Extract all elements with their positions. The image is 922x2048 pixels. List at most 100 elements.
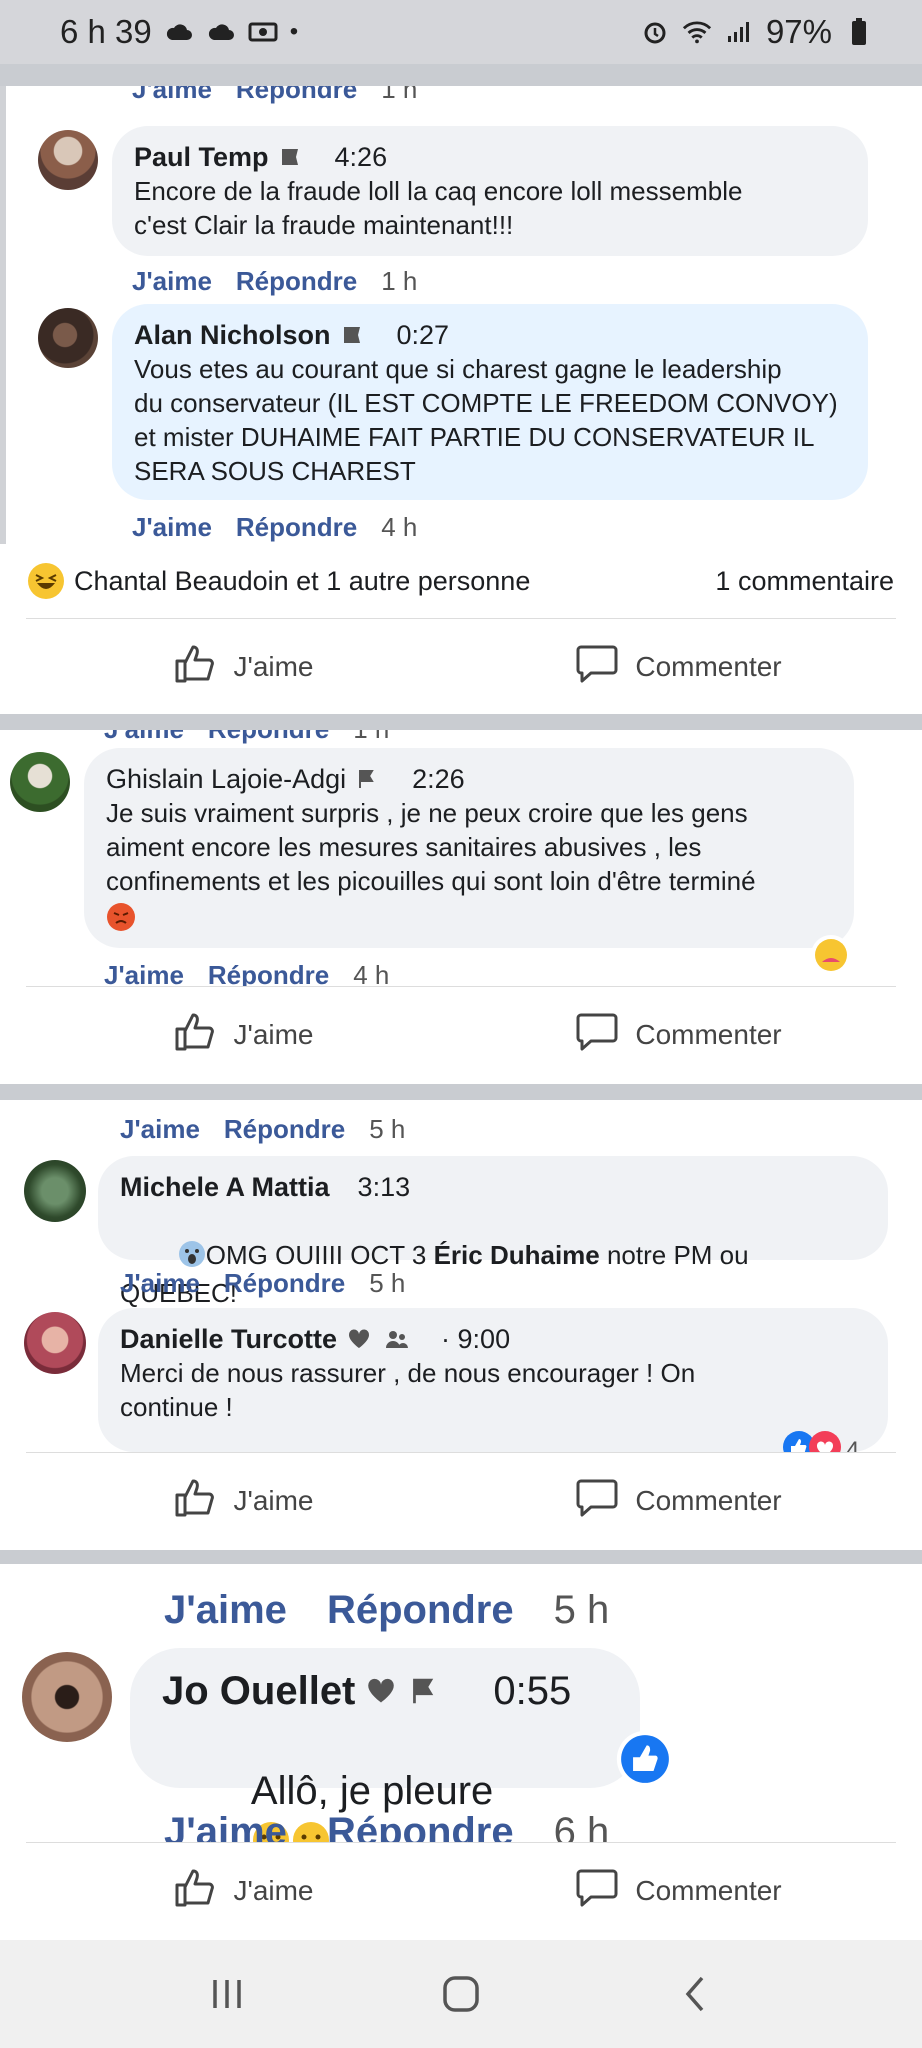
comment-button[interactable]: Commenter	[461, 1475, 896, 1526]
like-thumb-icon	[173, 1475, 217, 1526]
like-link[interactable]: J'aime	[132, 512, 212, 543]
comment-button[interactable]: Commenter	[461, 1009, 896, 1060]
cloud-icon	[164, 17, 194, 47]
like-link[interactable]: J'aime	[164, 1588, 287, 1633]
avatar[interactable]	[10, 752, 70, 812]
like-reaction-icon[interactable]	[616, 1730, 674, 1793]
like-button[interactable]: J'aime	[26, 1009, 461, 1060]
commenter-name-row: Paul Temp 4:26	[134, 140, 846, 174]
reply-link[interactable]: Répondre	[236, 512, 357, 543]
avatar[interactable]	[24, 1312, 86, 1374]
comment-actions: J'aime Répondre 1 h	[132, 86, 417, 105]
like-button[interactable]: J'aime	[26, 1865, 461, 1916]
angry-emoji-icon	[106, 902, 136, 940]
commenter-name[interactable]: Alan Nicholson	[134, 318, 331, 352]
back-icon[interactable]	[665, 1964, 725, 2024]
status-dot: •	[289, 18, 299, 45]
recent-apps-icon[interactable]	[197, 1964, 257, 2024]
comment-actions: J'aime Répondre 5 h	[164, 1588, 609, 1633]
like-link[interactable]: J'aime	[132, 266, 212, 297]
reply-link[interactable]: Répondre	[224, 1268, 345, 1299]
comment-age: 1 h	[353, 730, 389, 745]
comment-bubble: Danielle Turcotte · 9:00 Merci de nous r…	[98, 1308, 888, 1452]
comment-pane: J'aime Répondre 5 h Michele A Mattia 3:1…	[0, 1100, 922, 1452]
flag-badge-icon	[356, 767, 384, 791]
comment-bubble-icon	[575, 641, 619, 692]
flag-badge-icon	[409, 1676, 443, 1706]
reaction-summary[interactable]: Chantal Beaudoin et 1 autre personne 1 c…	[0, 548, 922, 614]
reply-link[interactable]: Répondre	[208, 960, 329, 986]
comment-actions: J'aime Répondre 5 h	[120, 1268, 405, 1299]
avatar[interactable]	[24, 1160, 86, 1222]
comment-age: 5 h	[369, 1114, 406, 1144]
post-card: J'aime Répondre 5 h Michele A Mattia 3:1…	[0, 1100, 922, 1550]
reaction-left: Chantal Beaudoin et 1 autre personne	[28, 563, 530, 599]
like-button[interactable]: J'aime	[26, 1475, 461, 1526]
commenter-name-row: Danielle Turcotte · 9:00	[120, 1322, 866, 1356]
post-action-bar: J'aime Commenter	[26, 1842, 896, 1938]
reply-link[interactable]: Répondre	[224, 1114, 345, 1145]
reply-link[interactable]: Répondre	[327, 1588, 514, 1633]
commenter-name-row: Michele A Mattia 3:13	[120, 1170, 866, 1204]
battery-icon	[844, 17, 874, 47]
like-button-label: J'aime	[233, 1018, 314, 1050]
comment-age: 1 h	[381, 86, 418, 104]
commenter-name[interactable]: Paul Temp	[134, 140, 269, 174]
like-link[interactable]: J'aime	[120, 1268, 200, 1299]
reply-link[interactable]: Répondre	[208, 730, 329, 745]
love-reaction-icon	[808, 1430, 842, 1452]
status-right: 97%	[640, 13, 874, 51]
avatar[interactable]	[22, 1652, 112, 1742]
comment-actions: J'aime Répondre 1 h	[104, 730, 389, 745]
commenter-name[interactable]: Michele A Mattia	[120, 1170, 330, 1204]
status-bar: 6 h 39 • 97%	[0, 0, 922, 64]
commenter-name[interactable]: Jo Ouellet	[162, 1666, 355, 1716]
post-card: J'aime Répondre 1 h Paul Temp 4:26 Encor…	[0, 86, 922, 714]
comment-age: 4 h	[381, 512, 418, 542]
reply-link[interactable]: Répondre	[236, 86, 357, 105]
like-button-label: J'aime	[233, 650, 314, 682]
reaction-names[interactable]: Chantal Beaudoin et 1 autre personne	[74, 566, 530, 597]
wifi-icon	[682, 17, 712, 47]
like-link[interactable]: J'aime	[104, 730, 184, 745]
comment-timestamp: 3:13	[357, 1172, 411, 1202]
like-link[interactable]: J'aime	[120, 1114, 200, 1145]
comment-bubble: Michele A Mattia 3:13 OMG OUIIII OCT 3 É…	[98, 1156, 888, 1308]
battery-percent: 97%	[765, 13, 832, 50]
mention-link[interactable]: Éric Duhaime	[434, 1240, 600, 1270]
like-link[interactable]: J'aime	[132, 86, 212, 105]
laugh-emoji-icon	[28, 563, 64, 599]
comment-bubble-icon	[575, 1009, 619, 1060]
comment-button[interactable]: Commenter	[461, 1865, 896, 1916]
reply-link[interactable]: Répondre	[327, 1810, 514, 1842]
like-link[interactable]: J'aime	[164, 1810, 287, 1842]
shield-badge-icon	[279, 145, 307, 169]
post-action-bar: J'aime Commenter	[26, 618, 896, 714]
comment-button-label: Commenter	[635, 650, 782, 682]
care-reaction-icon[interactable]	[810, 934, 852, 981]
commenter-name-row: Jo Ouellet 0:55	[162, 1666, 608, 1716]
avatar[interactable]	[38, 308, 98, 368]
comment-bubble: Paul Temp 4:26 Encore de la fraude loll …	[112, 126, 868, 256]
comment-count[interactable]: 1 commentaire	[715, 566, 894, 597]
post-card: J'aime Répondre 5 h Jo Ouellet 0:55 Allô…	[0, 1564, 922, 1940]
comment-timestamp: 4:26	[334, 142, 388, 172]
like-button[interactable]: J'aime	[26, 641, 461, 692]
comment-text: Merci de nous rassurer , de nous encoura…	[120, 1358, 696, 1422]
post-card: J'aime Répondre 1 h Ghislain Lajoie-Adgi…	[0, 730, 922, 1084]
reply-link[interactable]: Répondre	[236, 266, 357, 297]
comment-bubble-icon	[575, 1865, 619, 1916]
comment-age: 1 h	[381, 266, 418, 296]
like-link[interactable]: J'aime	[104, 960, 184, 986]
reaction-badges[interactable]: 4	[782, 1430, 859, 1452]
home-icon[interactable]	[431, 1964, 491, 2024]
comment-button[interactable]: Commenter	[461, 641, 896, 692]
post-action-bar: J'aime Commenter	[26, 1452, 896, 1548]
commenter-name[interactable]: Ghislain Lajoie-Adgi	[106, 762, 346, 796]
signal-icon	[724, 17, 754, 47]
avatar[interactable]	[38, 130, 98, 190]
people-badge-icon	[385, 1327, 413, 1351]
commenter-name[interactable]: Danielle Turcotte	[120, 1322, 337, 1356]
like-thumb-icon	[173, 1865, 217, 1916]
status-left: 6 h 39 •	[60, 13, 298, 51]
